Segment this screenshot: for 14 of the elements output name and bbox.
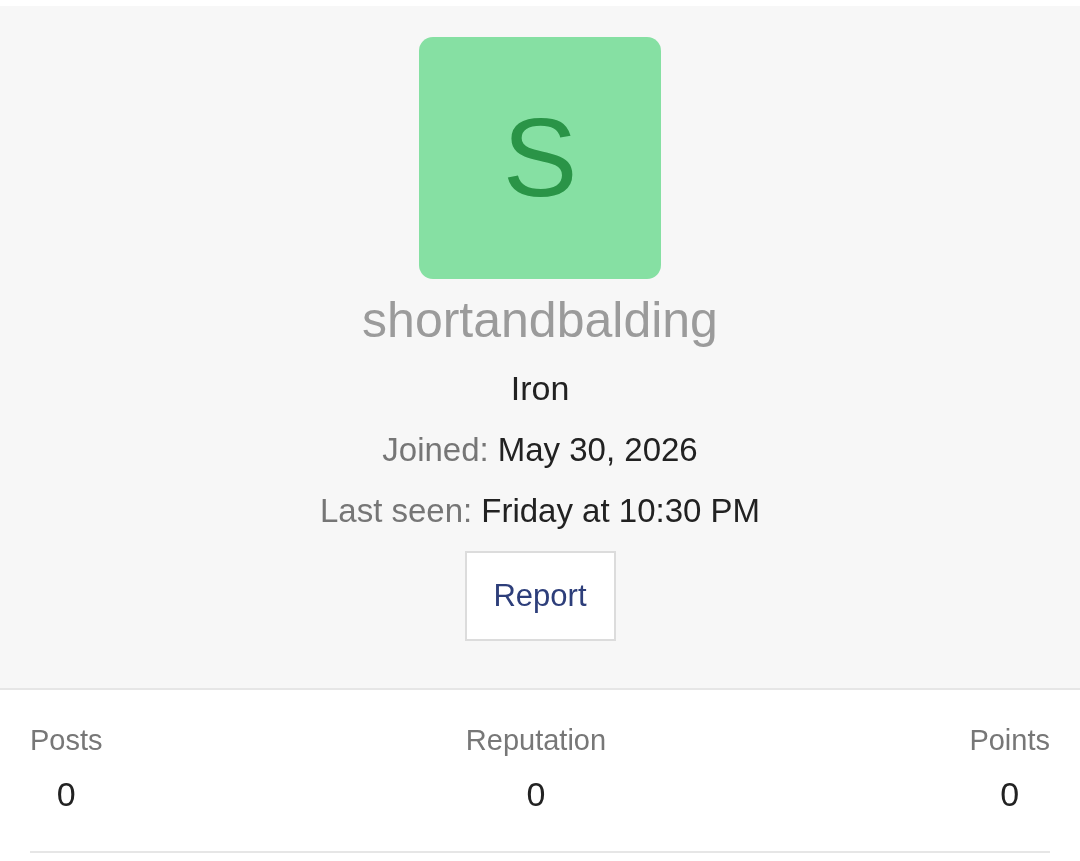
stat-label: Posts [30,726,103,755]
stat-label: Reputation [465,726,607,755]
user-title: Iron [510,371,570,405]
report-button[interactable]: Report [464,551,616,641]
avatar-letter: S [502,102,578,214]
detail-value: Friday at 10:30 PM [481,494,761,527]
stat-label: Points [969,726,1050,755]
detail-label: Joined: [382,433,489,466]
stat-value: 0 [1000,777,1020,811]
stat-value: 0 [56,777,76,811]
detail-label: Last seen: [319,494,473,527]
stat-value: 0 [526,777,546,811]
username: shortandbalding [362,295,718,345]
detail-value: May 30, 2026 [497,433,698,466]
